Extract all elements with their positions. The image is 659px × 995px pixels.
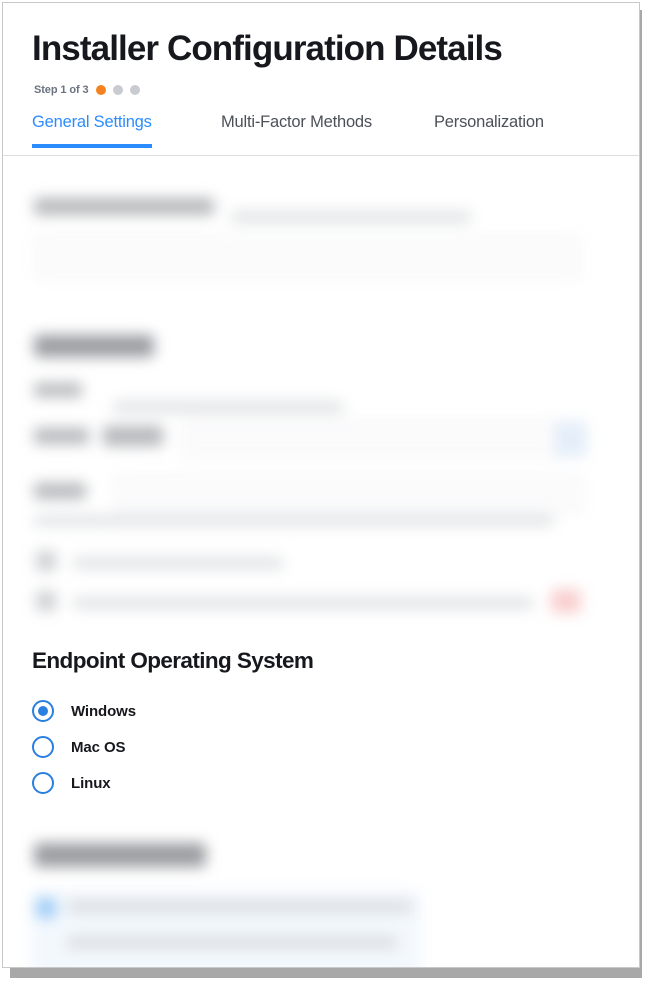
step-dot-3	[129, 85, 140, 95]
installer-configuration-window: Installer Configuration Details Step 1 o…	[2, 2, 640, 968]
section-title-endpoint-operating-system: Endpoint Operating System	[32, 648, 314, 673]
tab-bar: General Settings Multi-Factor Methods Pe…	[3, 113, 639, 157]
redacted-section-top	[3, 173, 639, 303]
radio-option-linux[interactable]: Linux	[32, 772, 111, 794]
radio-option-windows[interactable]: Windows	[32, 700, 136, 722]
step-indicator: Step 1 of 3	[34, 84, 140, 96]
redacted-section-bottom	[3, 828, 639, 967]
radio-icon-unselected[interactable]	[32, 772, 54, 794]
radio-icon-unselected[interactable]	[32, 736, 54, 758]
step-label: Step 1 of 3	[34, 84, 89, 96]
radio-label-windows: Windows	[71, 702, 136, 720]
tab-personalization[interactable]: Personalization	[434, 113, 544, 148]
radio-label-mac-os: Mac OS	[71, 738, 126, 756]
radio-label-linux: Linux	[71, 774, 111, 792]
step-dot-2	[112, 85, 123, 95]
page-title: Installer Configuration Details	[32, 29, 503, 68]
tab-multi-factor-methods[interactable]: Multi-Factor Methods	[221, 113, 372, 148]
tab-general-settings[interactable]: General Settings	[32, 113, 152, 148]
step-dot-1	[95, 85, 106, 95]
radio-option-mac-os[interactable]: Mac OS	[32, 736, 126, 758]
radio-icon-selected[interactable]	[32, 700, 54, 722]
tab-bar-divider	[3, 155, 639, 156]
redacted-section-middle	[3, 323, 639, 623]
